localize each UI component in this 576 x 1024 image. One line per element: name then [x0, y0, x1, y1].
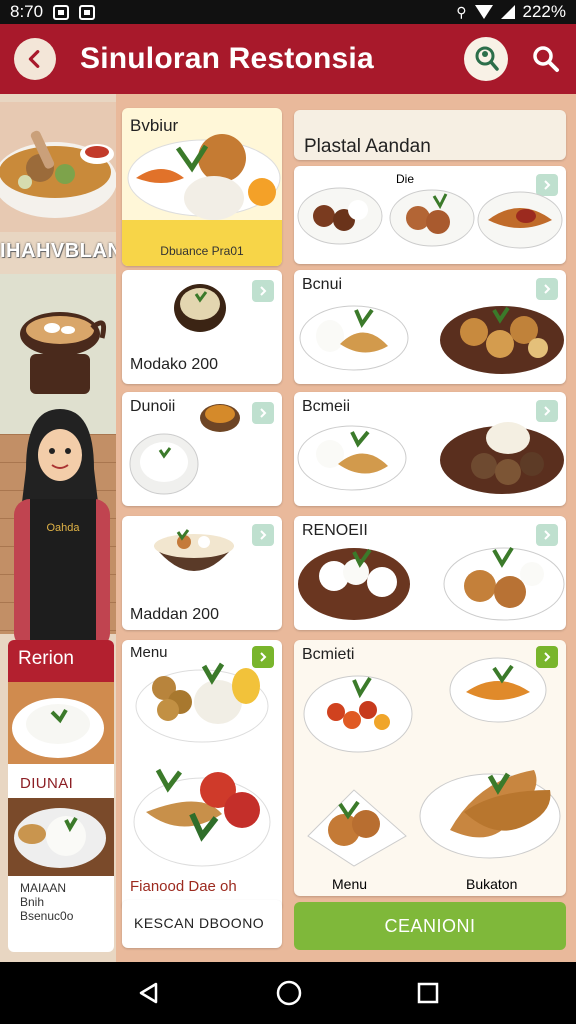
soup-image	[0, 102, 116, 232]
notification-icon	[53, 4, 70, 20]
user-search-icon	[475, 46, 499, 71]
app-title: Sinuloran Restonsia	[80, 42, 374, 75]
menu-card-3[interactable]: Dunoii	[122, 392, 282, 506]
menu-card-4[interactable]: Maddan 200	[122, 516, 282, 630]
profile-button[interactable]	[464, 37, 508, 81]
left-card-footer-line3: Bsenuc0o	[20, 909, 74, 923]
chevron-left-icon	[28, 50, 40, 68]
mixed-platter-image	[133, 662, 271, 867]
menu-card-1[interactable]: Bvbiur Dbuance Pra01	[122, 108, 282, 266]
card-caption: Maddan 200	[130, 606, 219, 623]
dish-pair-image	[297, 422, 564, 494]
dish-grid-image	[303, 657, 561, 867]
search-button[interactable]	[530, 43, 562, 75]
card-caption: Modako 200	[130, 356, 219, 373]
card-caption: Fianood Dae oh	[130, 878, 237, 895]
card-caption: Dbuance Pra01	[160, 244, 244, 258]
menu-card-right-1[interactable]: Bcnui	[294, 270, 566, 384]
action-button-label: CEANIONI	[384, 915, 476, 936]
app-bar: Sinuloran Restonsia	[0, 24, 576, 94]
dish-label-left: Menu	[332, 876, 368, 892]
status-bar: 8:70 ⚲ 222%	[0, 0, 576, 24]
wifi-icon	[474, 5, 493, 19]
staff-illustration: Oahda	[14, 409, 110, 649]
left-feature-card[interactable]: Rerion DIUNAI MAIAAN Bnih Bsenuc0o	[8, 640, 114, 952]
card-caption: KESCAN DBOONO	[134, 915, 265, 931]
rice-bowl-image	[8, 682, 114, 764]
search-icon	[533, 46, 559, 72]
status-time: 8:70	[10, 2, 44, 21]
left-card-footer: MAIAAN Bnih Bsenuc0o	[8, 881, 114, 923]
svg-text:Oahda: Oahda	[46, 522, 80, 534]
menu-card-6[interactable]: KESCAN DBOONO	[122, 900, 282, 948]
menu-card-strip[interactable]: Die	[294, 166, 566, 264]
left-card-label: DIUNAI	[20, 775, 74, 792]
left-card-footer-line1: MAIAAN	[20, 881, 67, 895]
menu-card-right-2[interactable]: Bcmeii	[294, 392, 566, 506]
menu-card-5[interactable]: Menu Fianood Dae oh	[122, 640, 282, 910]
system-nav-bar	[0, 962, 576, 1024]
rice-plate-image	[8, 798, 114, 876]
food-platter-image	[122, 134, 282, 266]
category-title: Plastal Aandan	[304, 136, 431, 157]
dish-pair-image	[299, 305, 564, 374]
left-heading: IHAHVBLAN	[0, 240, 116, 262]
vibrate-icon: ⚲	[456, 3, 467, 20]
menu-card-right-4[interactable]: Bcmieti Menu Bukaton	[294, 640, 566, 896]
notification-icon-2	[79, 4, 96, 20]
category-header-card[interactable]: Plastal Aandan	[294, 110, 566, 160]
back-nav-icon[interactable]	[136, 980, 162, 1006]
home-nav-icon[interactable]	[275, 979, 303, 1007]
menu-card-2[interactable]: Modako 200	[122, 270, 282, 384]
menu-card-right-3[interactable]: RENOEII	[294, 516, 566, 630]
signal-icon	[500, 5, 515, 19]
battery-percent: 222%	[522, 2, 566, 21]
left-card-footer-line2: Bnih	[20, 895, 45, 909]
rice-bowl-image	[129, 404, 240, 495]
back-button[interactable]	[14, 38, 56, 80]
pot-illustration	[20, 312, 107, 394]
left-panel: IHAHVBLAN Oahda Rerion DIUNAI MAIAAN Bni…	[0, 94, 116, 962]
left-card-header: Rerion	[8, 640, 114, 682]
dish-pair-image	[298, 546, 565, 621]
content-area: IHAHVBLAN Oahda Rerion DIUNAI MAIAAN Bni…	[0, 94, 576, 962]
recents-nav-icon[interactable]	[416, 981, 440, 1005]
action-button[interactable]: CEANIONI	[294, 902, 566, 950]
dish-label-right: Bukaton	[466, 876, 518, 892]
dish-strip-image	[297, 187, 563, 249]
